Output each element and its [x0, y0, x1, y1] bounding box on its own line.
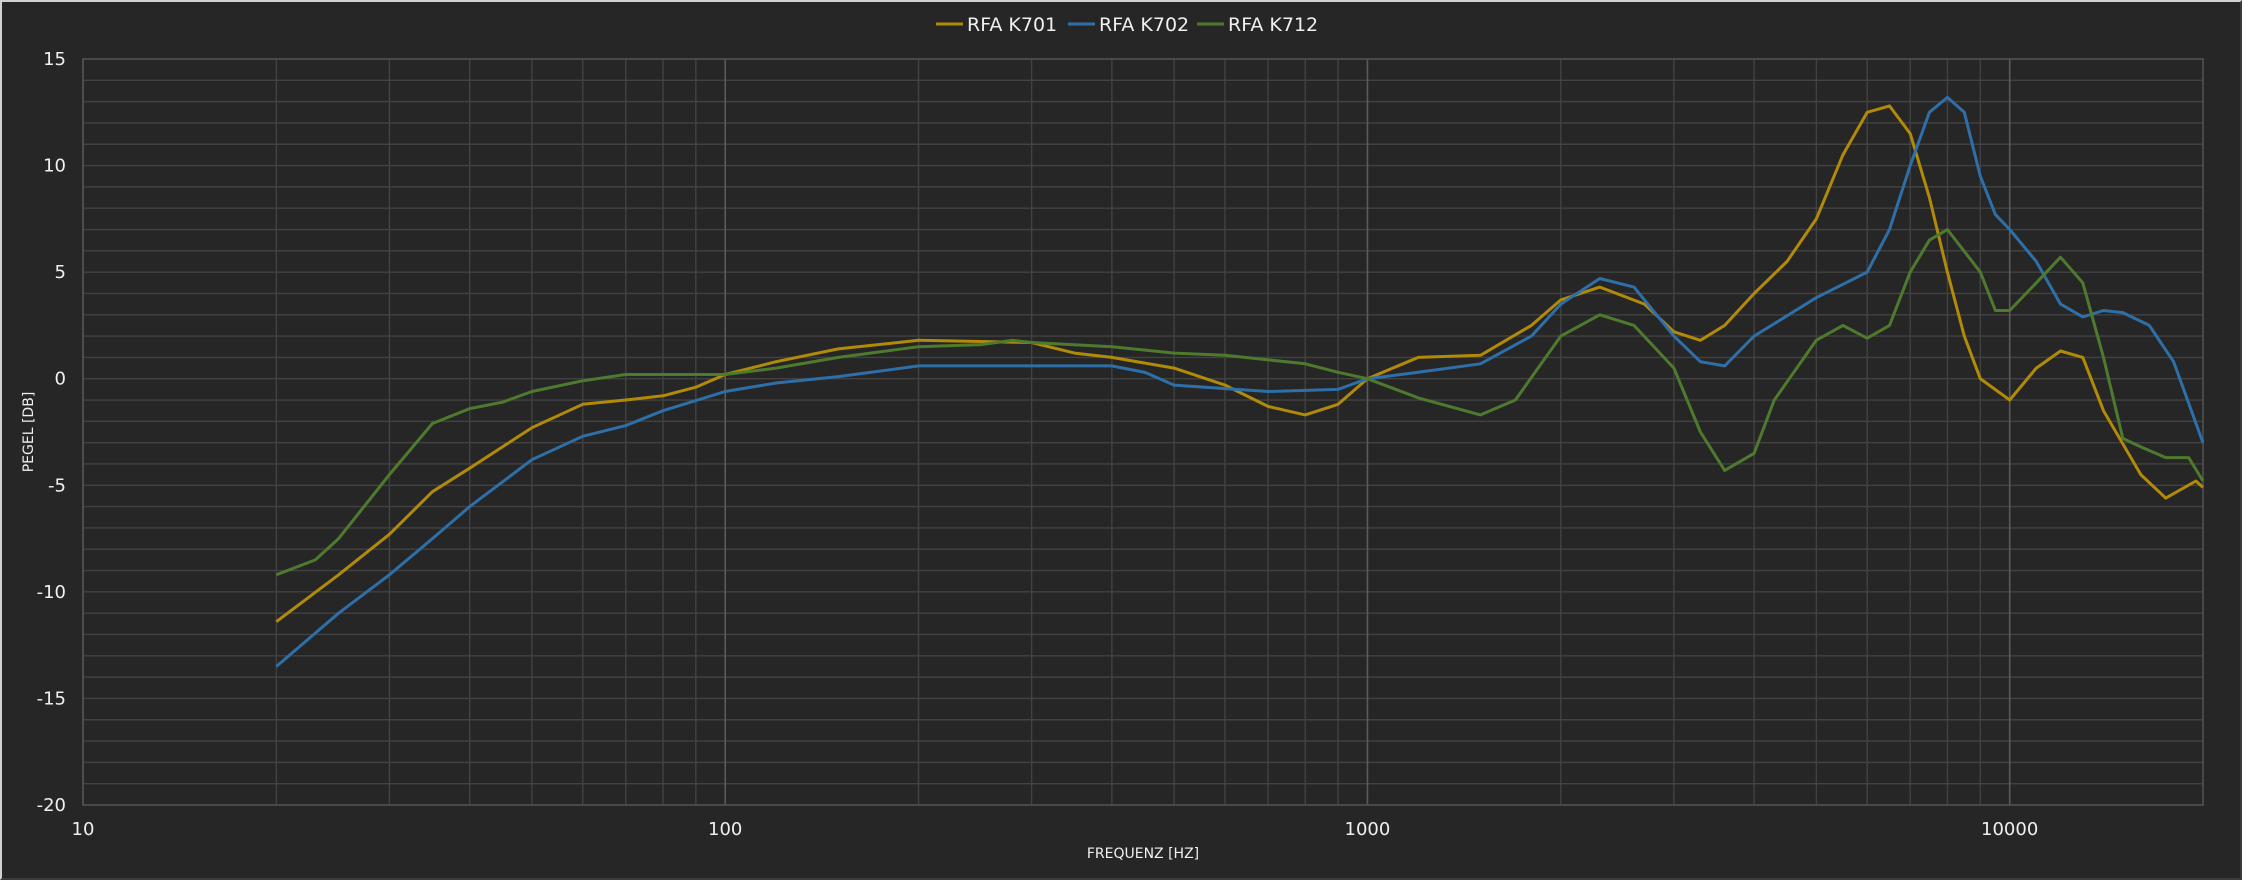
legend-label: RFA K701 [967, 14, 1057, 36]
series-line-rfa-k702 [275, 95, 2205, 668]
y-tick-label: -15 [37, 688, 66, 709]
frequency-response-chart: 15 10 5 0 -5 -10 -15 -20 10 100 1000 10000 RFA K701… [21, 14, 2205, 862]
y-tick-label: 0 [55, 369, 66, 390]
legend-label: RFA K712 [1228, 14, 1318, 36]
y-tick-label: -20 [37, 795, 66, 816]
y-tick-label: 10 [43, 156, 66, 177]
grid [82, 58, 2204, 806]
legend-label: RFA K702 [1099, 14, 1189, 36]
y-axis-title: PEGEL [DB] [21, 392, 37, 473]
series-line-rfa-k701 [275, 104, 2205, 623]
series-lines [275, 95, 2205, 668]
x-tick-label: 100 [708, 819, 742, 840]
plot-area-border [82, 58, 2204, 806]
y-tick-label: 15 [43, 49, 66, 70]
x-tick-label: 10000 [1981, 819, 2038, 840]
x-tick-label: 1000 [1345, 819, 1391, 840]
y-tick-label: -5 [48, 475, 66, 496]
y-tick-label: -10 [37, 582, 66, 603]
x-tick-label: 10 [72, 819, 95, 840]
x-axis-title: FREQUENZ [HZ] [1087, 846, 1199, 862]
legend: RFA K701 RFA K702 RFA K712 [936, 14, 1318, 36]
tick-labels: 15 10 5 0 -5 -10 -15 -20 10 100 1000 10000 [37, 49, 2039, 840]
series-line-rfa-k712 [275, 228, 2205, 577]
y-tick-label: 5 [55, 262, 66, 283]
